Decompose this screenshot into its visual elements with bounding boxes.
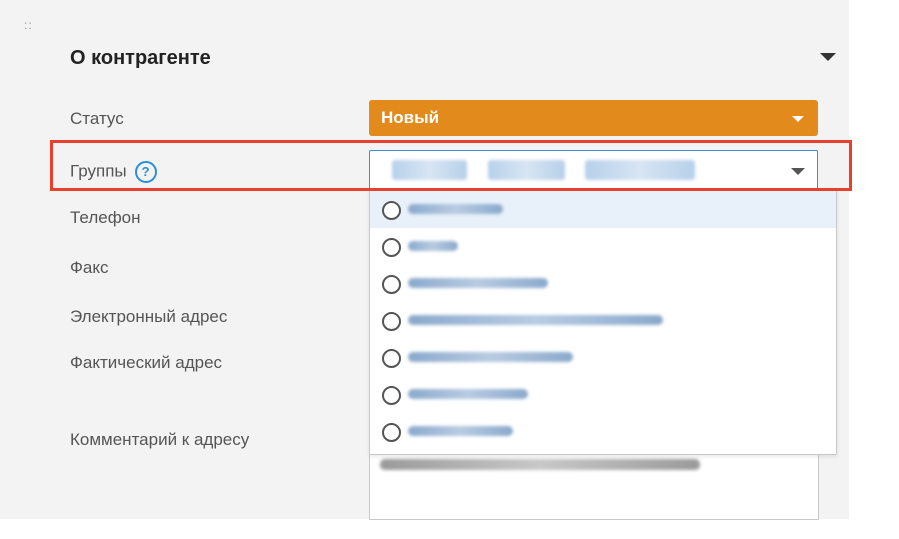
groups-label-row: Группы? xyxy=(70,161,157,183)
address-comment-label: Комментарий к адресу xyxy=(70,430,250,449)
counterparty-panel: :: О контрагенте Статус Новый Группы? Те… xyxy=(0,0,849,520)
checkbox-icon[interactable] xyxy=(382,423,401,442)
chevron-down-icon xyxy=(791,168,805,175)
groups-multiselect[interactable] xyxy=(369,150,818,190)
group-chip[interactable] xyxy=(488,160,565,180)
checkbox-icon[interactable] xyxy=(382,349,401,368)
group-option[interactable] xyxy=(370,265,836,302)
chevron-down-icon[interactable] xyxy=(820,53,836,61)
status-label: Статус xyxy=(70,109,124,128)
group-chip[interactable] xyxy=(392,160,467,180)
checkbox-icon[interactable] xyxy=(382,386,401,405)
status-value: Новый xyxy=(381,108,440,127)
fax-label: Факс xyxy=(70,258,109,277)
checkbox-icon[interactable] xyxy=(382,238,401,257)
group-chip[interactable] xyxy=(585,160,695,180)
group-option-label xyxy=(408,315,663,325)
address-comment-textarea[interactable] xyxy=(369,452,819,520)
status-select[interactable]: Новый xyxy=(369,100,818,136)
comment-text xyxy=(380,459,700,470)
checkbox-icon[interactable] xyxy=(382,275,401,294)
checkbox-icon[interactable] xyxy=(382,312,401,331)
group-option-label xyxy=(408,204,503,214)
checkbox-icon[interactable] xyxy=(382,201,401,220)
email-label: Электронный адрес xyxy=(70,307,228,326)
chevron-down-icon xyxy=(792,116,804,122)
panel-title: О контрагенте xyxy=(70,47,211,69)
actual-address-label: Фактический адрес xyxy=(70,353,223,372)
group-option-label xyxy=(408,241,458,251)
group-option[interactable] xyxy=(370,302,836,339)
group-option[interactable] xyxy=(370,339,836,376)
group-option[interactable] xyxy=(370,413,836,450)
group-option-label xyxy=(408,352,573,362)
group-option[interactable] xyxy=(370,228,836,265)
groups-label: Группы xyxy=(70,161,127,181)
group-option-label xyxy=(408,426,513,436)
group-option-label xyxy=(408,389,528,399)
group-option[interactable] xyxy=(370,191,836,228)
drag-handle-icon[interactable]: :: xyxy=(24,19,33,31)
group-option[interactable] xyxy=(370,376,836,413)
phone-label: Телефон xyxy=(70,208,141,227)
help-icon[interactable]: ? xyxy=(134,161,157,183)
groups-dropdown-list xyxy=(369,188,837,455)
group-option-label xyxy=(408,278,548,288)
